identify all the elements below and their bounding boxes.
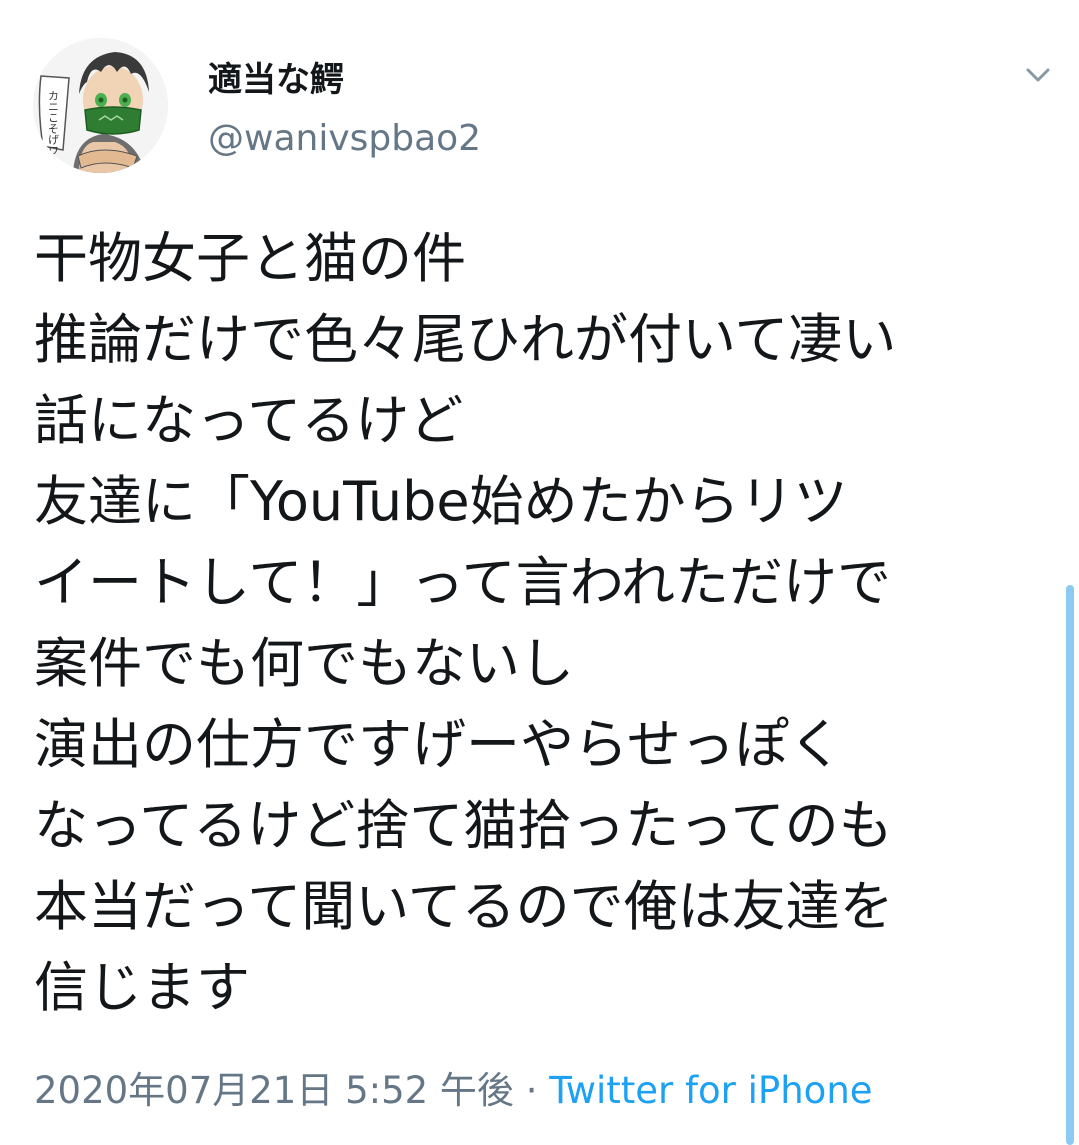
metadata-separator: · <box>513 1069 550 1112</box>
avatar-illustration: カニこそげワー <box>33 38 168 173</box>
display-name[interactable]: 適当な鰐 <box>208 52 344 101</box>
user-handle[interactable]: @wanivspbao2 <box>208 118 481 159</box>
scrollbar[interactable] <box>1066 585 1074 1145</box>
tweet-text-line: 信じます <box>34 956 250 1019</box>
tweet-source-link[interactable]: Twitter for iPhone <box>549 1069 872 1112</box>
tweet-text-line: 干物女子と猫の件 <box>34 227 466 290</box>
tweet-text-line: 本当だって聞いてるので俺は友達を <box>34 875 894 938</box>
tweet-metadata: 2020年07月21日 5:52 午後 · Twitter for iPhone <box>34 1060 873 1114</box>
tweet-detail: カニこそげワー 適当な鰐 @wanivspbao2 干物女子と猫の件 推論だけで… <box>0 0 1079 1145</box>
tweet-text-line: 案件でも何でもないし <box>34 632 574 695</box>
avatar-caption: カニこそげワー <box>47 90 60 167</box>
tweet-text-line: なってるけど捨て猫拾ったってのも <box>34 794 893 857</box>
chevron-down-icon <box>1026 68 1050 82</box>
tweet-text: 干物女子と猫の件 推論だけで色々尾ひれが付いて凄い 話になってるけど 友達に「Y… <box>34 218 1054 1028</box>
tweet-timestamp[interactable]: 2020年07月21日 5:52 午後 <box>34 1069 514 1112</box>
tweet-text-line: イートして！」って言われただけで <box>34 551 891 614</box>
tweet-text-line: 話になってるけど <box>34 389 464 452</box>
tweet-text-line: 推論だけで色々尾ひれが付いて凄い <box>34 308 897 371</box>
tweet-text-line: 演出の仕方ですげーやらせっぽく <box>34 713 843 776</box>
tweet-text-line: 友達に「YouTube始めたからリツ <box>34 470 848 533</box>
avatar[interactable]: カニこそげワー <box>33 38 168 173</box>
tweet-menu-button[interactable] <box>1018 56 1058 96</box>
tweet-header: カニこそげワー 適当な鰐 @wanivspbao2 <box>33 38 1053 178</box>
